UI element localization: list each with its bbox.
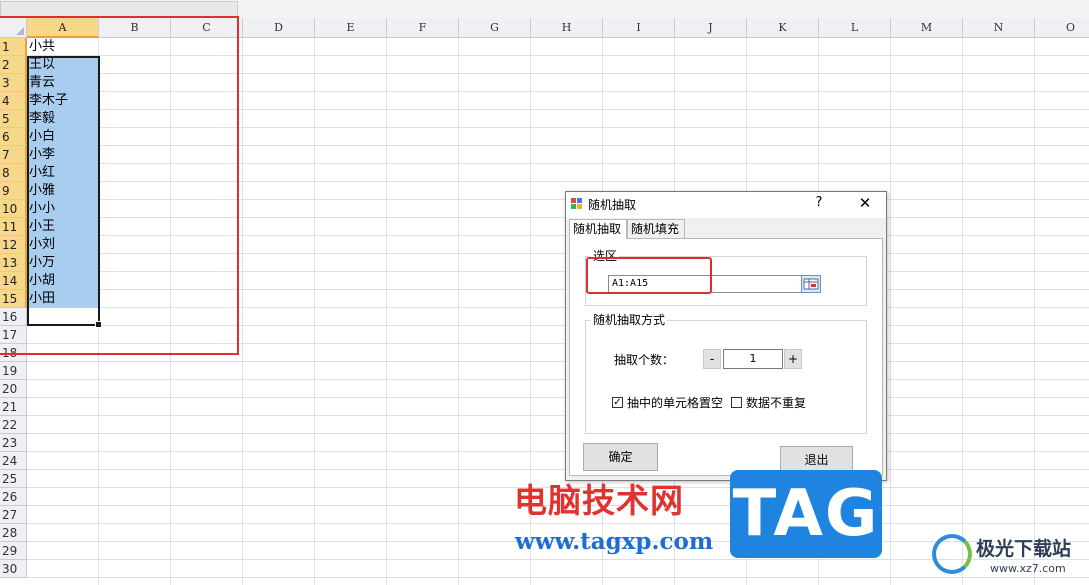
cell-a7[interactable]: 小李 bbox=[27, 146, 99, 164]
watermark-logo-name: 极光下载站 bbox=[976, 538, 1072, 560]
row-header[interactable]: 13 bbox=[0, 254, 27, 272]
row-header[interactable]: 24 bbox=[0, 452, 27, 470]
range-input[interactable]: A1:A15 bbox=[608, 275, 802, 293]
range-select-button[interactable] bbox=[801, 275, 821, 293]
select-all-triangle-icon bbox=[16, 27, 24, 35]
row-header[interactable]: 22 bbox=[0, 416, 27, 434]
watermark-download-logo: 极光下载站 www.xz7.com bbox=[930, 530, 1089, 585]
row-header[interactable]: 14 bbox=[0, 272, 27, 290]
cell-a2[interactable]: 王以 bbox=[27, 56, 99, 74]
column-header[interactable]: N bbox=[963, 18, 1035, 38]
column-header[interactable]: I bbox=[603, 18, 675, 38]
column-header[interactable]: M bbox=[891, 18, 963, 38]
row-header[interactable]: 11 bbox=[0, 218, 27, 236]
row-header[interactable]: 30 bbox=[0, 560, 27, 578]
clear-picked-checkbox[interactable]: ✓ bbox=[612, 397, 623, 408]
row-header[interactable]: 21 bbox=[0, 398, 27, 416]
decrement-button[interactable]: - bbox=[703, 349, 721, 369]
formula-bar bbox=[0, 0, 1089, 19]
column-header[interactable]: E bbox=[315, 18, 387, 38]
row-header[interactable]: 3 bbox=[0, 74, 27, 92]
row-header[interactable]: 17 bbox=[0, 326, 27, 344]
column-header[interactable]: B bbox=[99, 18, 171, 38]
row-header[interactable]: 20 bbox=[0, 380, 27, 398]
tab-random-pick[interactable]: 随机抽取 bbox=[569, 219, 627, 239]
row-header[interactable]: 29 bbox=[0, 542, 27, 560]
tab-random-fill[interactable]: 随机填充 bbox=[627, 219, 685, 238]
count-input[interactable]: 1 bbox=[723, 349, 783, 369]
row-header[interactable]: 12 bbox=[0, 236, 27, 254]
selection-group: 选区 A1:A15 bbox=[585, 249, 867, 306]
row-header[interactable]: 2 bbox=[0, 56, 27, 74]
row-header[interactable]: 19 bbox=[0, 362, 27, 380]
column-header[interactable]: G bbox=[459, 18, 531, 38]
row-header[interactable]: 25 bbox=[0, 470, 27, 488]
dialog-titlebar[interactable]: 随机抽取 ? ✕ bbox=[566, 192, 886, 218]
column-header[interactable]: A bbox=[27, 18, 99, 38]
no-duplicate-label: 数据不重复 bbox=[746, 396, 807, 410]
row-header[interactable]: 27 bbox=[0, 506, 27, 524]
row-header[interactable]: 23 bbox=[0, 434, 27, 452]
watermark-tag-logo: TAG bbox=[730, 470, 882, 558]
column-header[interactable]: O bbox=[1035, 18, 1089, 38]
column-header[interactable]: K bbox=[747, 18, 819, 38]
cell-a1[interactable]: 小共 bbox=[27, 38, 99, 56]
method-legend: 随机抽取方式 bbox=[591, 313, 668, 327]
cell-a5[interactable]: 李毅 bbox=[27, 110, 99, 128]
clear-picked-label: 抽中的单元格置空 bbox=[627, 396, 724, 410]
cell-a12[interactable]: 小刘 bbox=[27, 236, 99, 254]
row-header[interactable]: 1 bbox=[0, 38, 27, 56]
row-header[interactable]: 5 bbox=[0, 110, 27, 128]
cell-a15[interactable]: 小田 bbox=[27, 290, 99, 308]
watermark-logo-url: www.xz7.com bbox=[990, 562, 1066, 575]
row-header[interactable]: 9 bbox=[0, 182, 27, 200]
increment-button[interactable]: + bbox=[784, 349, 802, 369]
row-header[interactable]: 26 bbox=[0, 488, 27, 506]
count-label: 抽取个数： bbox=[614, 353, 675, 367]
row-header[interactable]: 18 bbox=[0, 344, 27, 362]
tab-panel: 选区 A1:A15 随机抽取方式 抽取个数： - 1 + ✓ 抽中的单元格置空 … bbox=[569, 238, 883, 476]
column-header[interactable]: J bbox=[675, 18, 747, 38]
selection-legend: 选区 bbox=[591, 249, 620, 263]
select-all-corner[interactable] bbox=[0, 18, 27, 38]
row-header[interactable]: 7 bbox=[0, 146, 27, 164]
row-header[interactable]: 28 bbox=[0, 524, 27, 542]
cell-a10[interactable]: 小小 bbox=[27, 200, 99, 218]
row-header[interactable]: 15 bbox=[0, 290, 27, 308]
cell-a4[interactable]: 李木子 bbox=[27, 92, 99, 110]
watermark-site-name: 电脑技术网 bbox=[514, 481, 684, 520]
app-icon bbox=[571, 198, 582, 209]
help-button[interactable]: ? bbox=[810, 195, 828, 210]
row-header[interactable]: 4 bbox=[0, 92, 27, 110]
row-header[interactable]: 10 bbox=[0, 200, 27, 218]
cell-a6[interactable]: 小白 bbox=[27, 128, 99, 146]
row-header[interactable]: 8 bbox=[0, 164, 27, 182]
cell-a8[interactable]: 小红 bbox=[27, 164, 99, 182]
column-header[interactable]: H bbox=[531, 18, 603, 38]
cell-a9[interactable]: 小雅 bbox=[27, 182, 99, 200]
cell-a14[interactable]: 小胡 bbox=[27, 272, 99, 290]
dialog-title: 随机抽取 bbox=[588, 198, 637, 212]
range-picker-icon bbox=[803, 278, 819, 290]
column-header[interactable]: C bbox=[171, 18, 243, 38]
aurora-logo-icon bbox=[932, 534, 972, 574]
ok-button[interactable]: 确定 bbox=[583, 443, 658, 471]
watermark-site-url: www.tagxp.com bbox=[515, 528, 714, 555]
cell-a11[interactable]: 小王 bbox=[27, 218, 99, 236]
cell-a13[interactable]: 小万 bbox=[27, 254, 99, 272]
no-duplicate-checkbox[interactable] bbox=[731, 397, 742, 408]
column-header[interactable]: D bbox=[243, 18, 315, 38]
random-pick-dialog: 随机抽取 ? ✕ 随机抽取 随机填充 选区 A1:A15 随机抽取方式 抽取个数… bbox=[565, 191, 887, 481]
method-group: 随机抽取方式 抽取个数： - 1 + ✓ 抽中的单元格置空 数据不重复 bbox=[585, 313, 867, 434]
name-box[interactable] bbox=[0, 1, 238, 17]
column-header[interactable]: F bbox=[387, 18, 459, 38]
close-button[interactable]: ✕ bbox=[856, 194, 874, 212]
row-header[interactable]: 16 bbox=[0, 308, 27, 326]
row-header[interactable]: 6 bbox=[0, 128, 27, 146]
cell-a3[interactable]: 青云 bbox=[27, 74, 99, 92]
column-header[interactable]: L bbox=[819, 18, 891, 38]
